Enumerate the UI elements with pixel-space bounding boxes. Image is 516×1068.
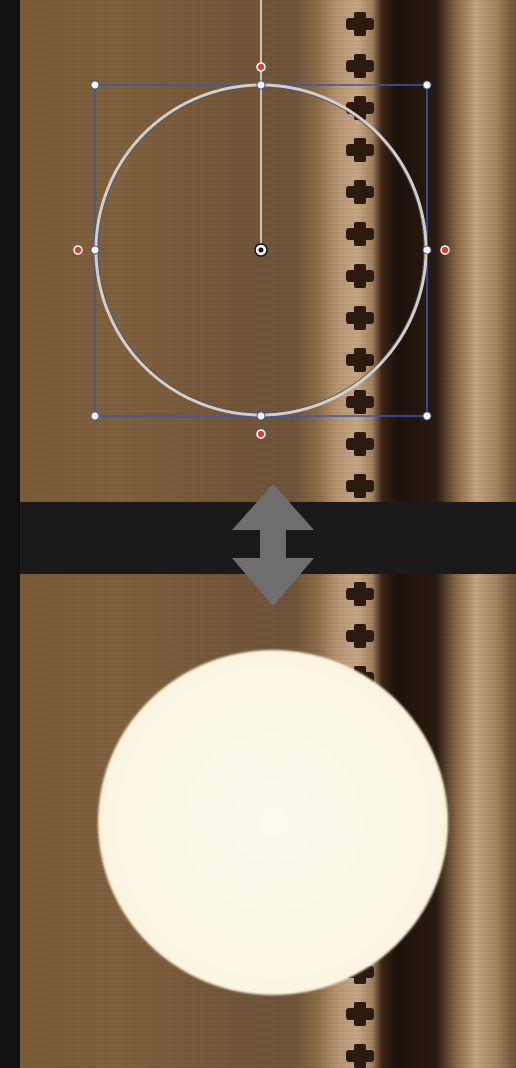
handle-middle-left[interactable]	[90, 245, 100, 255]
handle-top-right[interactable]	[422, 80, 432, 90]
rotation-handle-left[interactable]	[73, 245, 83, 255]
rotation-handle-right[interactable]	[440, 245, 450, 255]
panel-separator	[20, 502, 516, 574]
handle-bottom-right[interactable]	[422, 411, 432, 421]
light-glow-result	[98, 650, 448, 995]
handle-bottom-center[interactable]	[256, 411, 266, 421]
editor-canvas-after	[20, 574, 516, 1068]
center-pivot-dot	[258, 247, 264, 253]
handle-bottom-left[interactable]	[90, 411, 100, 421]
editor-canvas-before	[20, 0, 516, 502]
rotation-handle-top[interactable]	[256, 62, 266, 72]
handle-middle-right[interactable]	[422, 245, 432, 255]
handle-top-left[interactable]	[90, 80, 100, 90]
handle-top-center[interactable]	[256, 80, 266, 90]
shape-overlay	[73, 0, 450, 439]
rotation-handle-bottom[interactable]	[256, 429, 266, 439]
